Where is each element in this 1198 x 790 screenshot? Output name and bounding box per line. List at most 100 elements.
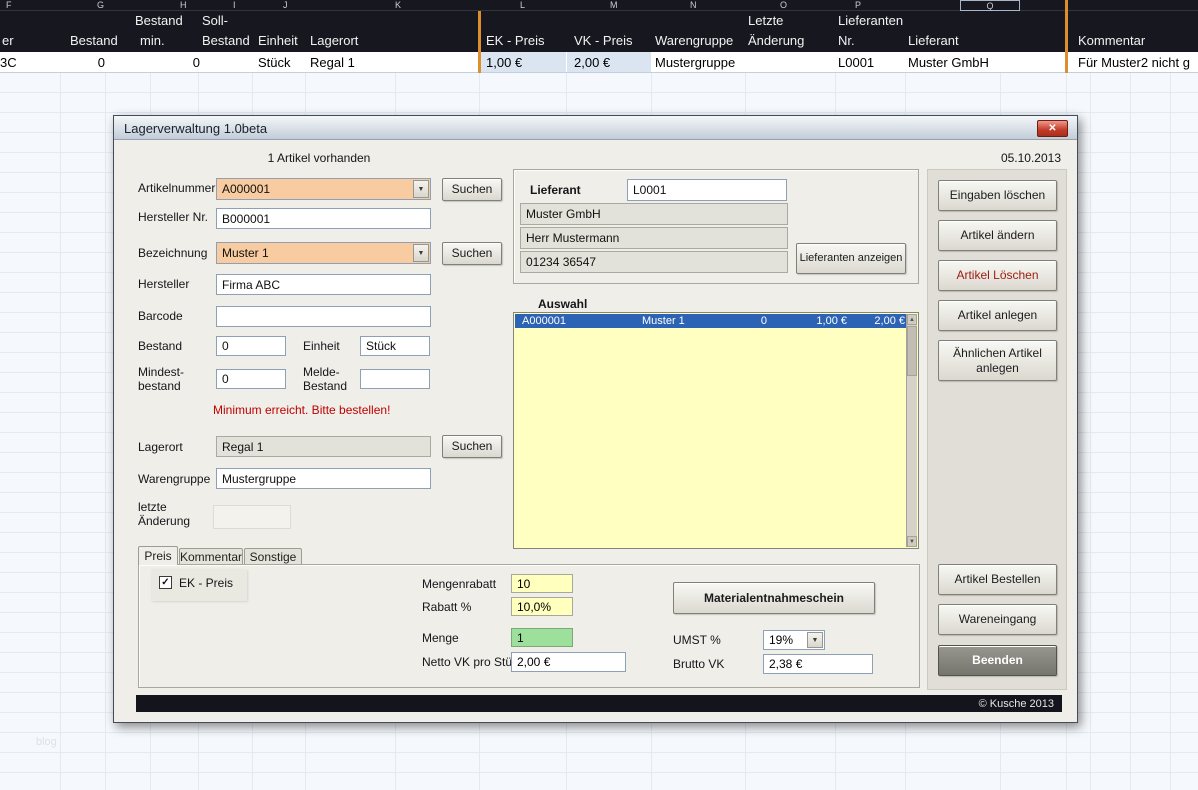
tab-kommentar[interactable]: Kommentar [179,548,243,565]
hersteller-field[interactable]: Firma ABC [216,274,431,295]
data-cell[interactable]: Stück [258,55,291,70]
header-cell[interactable]: Änderung [748,33,804,48]
column-letter[interactable]: L [520,0,525,11]
header-cell[interactable]: Bestand [70,33,118,48]
barcode-field[interactable] [216,306,431,327]
netto-vk-field[interactable]: 2,00 € [511,652,626,672]
data-cell[interactable]: 2,00 € [574,55,610,70]
hersteller-label: Hersteller [138,278,189,292]
brutto-vk-field[interactable]: 2,38 € [763,654,873,674]
warengruppe-field[interactable]: Mustergruppe [216,468,431,489]
close-icon[interactable]: ✕ [1037,120,1068,137]
data-cell[interactable]: 3C [0,55,17,70]
column-letter[interactable]: I [233,0,236,11]
artikel-bestellen-button[interactable]: Artikel Bestellen [938,564,1057,595]
lagerort-field[interactable]: Regal 1 [216,436,431,457]
umst-dropdown[interactable]: 19% ▼ [763,630,825,650]
header-cell[interactable]: Lieferanten [838,13,903,28]
letzte-aenderung-field[interactable] [213,505,291,529]
data-cell[interactable]: L0001 [838,55,874,70]
listbox-selected-row[interactable]: A000001 Muster 1 0 1,00 € 2,00 € [515,314,907,328]
header-cell[interactable]: Letzte [748,13,783,28]
mengenrabatt-field[interactable]: 10 [511,574,573,593]
bestand-label: Bestand [138,340,182,354]
header-cell[interactable]: Warengruppe [655,33,733,48]
ek-preis-checkbox[interactable]: ✓ [159,576,172,589]
column-letter-selected[interactable]: Q [960,0,1020,11]
chevron-down-icon[interactable]: ▼ [413,180,429,198]
bezeichnung-combobox[interactable]: Muster 1 ▼ [216,242,431,264]
lieferant-nr-field[interactable]: L0001 [627,179,787,201]
wareneingang-button[interactable]: Wareneingang [938,604,1057,635]
suchen-lagerort-button[interactable]: Suchen [442,435,502,458]
header-cell[interactable]: Kommentar [1078,33,1145,48]
header-cell[interactable]: Lagerort [310,33,358,48]
header-cell[interactable]: er [2,33,14,48]
data-cell[interactable]: 0 [155,55,200,70]
lieferanten-anzeigen-button[interactable]: Lieferanten anzeigen [796,243,906,274]
scrollbar-thumb[interactable] [907,326,917,376]
lieferant-phone-field[interactable]: 01234 36547 [520,251,788,273]
tab-preis[interactable]: Preis [138,546,178,565]
column-letter[interactable]: G [97,0,104,11]
artikel-loeschen-button[interactable]: Artikel Löschen [938,260,1057,291]
column-letter[interactable]: O [780,0,787,11]
row-vk-preis: 2,00 € [837,315,905,327]
artikel-aendern-button[interactable]: Artikel ändern [938,220,1057,251]
lieferant-name-field[interactable]: Muster GmbH [520,203,788,225]
beenden-button[interactable]: Beenden [938,645,1057,676]
hersteller-nr-field[interactable]: B000001 [216,208,431,229]
column-letter[interactable]: J [283,0,288,11]
excel-column-letter-strip: F G H I J K L M N O P Q [0,0,1198,11]
header-cell[interactable]: Nr. [838,33,855,48]
lieferant-contact-field[interactable]: Herr Mustermann [520,227,788,249]
action-button-panel: Eingaben löschen Artikel ändern Artikel … [927,169,1067,690]
chevron-down-icon[interactable]: ▼ [413,244,429,262]
data-cell[interactable]: Mustergruppe [655,55,735,70]
suchen-artikelnummer-button[interactable]: Suchen [442,178,502,201]
header-cell[interactable]: VK - Preis [574,33,633,48]
column-letter[interactable]: P [855,0,861,11]
header-cell[interactable]: EK - Preis [486,33,545,48]
eingaben-loeschen-button[interactable]: Eingaben löschen [938,180,1057,211]
materialentnahmeschein-button[interactable]: Materialentnahmeschein [673,582,875,614]
data-cell[interactable]: 1,00 € [486,55,522,70]
bestand-field[interactable]: 0 [216,336,286,356]
rabatt-field[interactable]: 10,0% [511,597,573,616]
header-cell[interactable]: Lieferant [908,33,959,48]
tab-sonstige[interactable]: Sonstige [244,548,302,565]
listbox-scrollbar[interactable]: ▲ ▼ [906,314,917,547]
mindestbestand-field[interactable]: 0 [216,369,286,389]
lieferant-label: Lieferant [530,184,581,198]
header-cell[interactable]: Bestand [135,13,183,28]
meldebestand-field[interactable] [360,369,430,389]
header-cell[interactable]: min. [140,33,165,48]
scroll-up-icon[interactable]: ▲ [907,314,917,325]
excel-header-row: Bestand Soll- Letzte Lieferanten er Best… [0,11,1198,52]
chevron-down-icon[interactable]: ▼ [807,632,823,648]
data-cell[interactable]: 0 [60,55,105,70]
einheit-label: Einheit [303,340,340,354]
header-cell[interactable]: Soll- [202,13,228,28]
header-cell[interactable]: Einheit [258,33,298,48]
column-letter[interactable]: M [610,0,618,11]
column-letter[interactable]: K [395,0,401,11]
artikel-anlegen-button[interactable]: Artikel anlegen [938,300,1057,331]
aehnlichen-artikel-anlegen-button[interactable]: Ähnlichen Artikel anlegen [938,340,1057,381]
auswahl-listbox[interactable]: A000001 Muster 1 0 1,00 € 2,00 € ▲ ▼ [513,312,919,549]
artikelnummer-combobox[interactable]: A000001 ▼ [216,178,431,200]
menge-field[interactable]: 1 [511,628,573,647]
column-letter[interactable]: H [180,0,187,11]
column-letter[interactable]: F [6,0,12,11]
dialog-titlebar[interactable]: Lagerverwaltung 1.0beta ✕ [114,116,1077,140]
einheit-field[interactable]: Stück [360,336,430,356]
header-cell[interactable]: Bestand [202,33,250,48]
menge-label: Menge [422,632,459,646]
artikelnummer-value: A000001 [222,182,270,196]
scroll-down-icon[interactable]: ▼ [907,536,917,547]
data-cell[interactable]: Regal 1 [310,55,355,70]
column-letter[interactable]: N [690,0,697,11]
data-cell[interactable]: Muster GmbH [908,55,989,70]
suchen-bezeichnung-button[interactable]: Suchen [442,242,502,265]
data-cell[interactable]: Für Muster2 nicht g [1078,55,1190,70]
